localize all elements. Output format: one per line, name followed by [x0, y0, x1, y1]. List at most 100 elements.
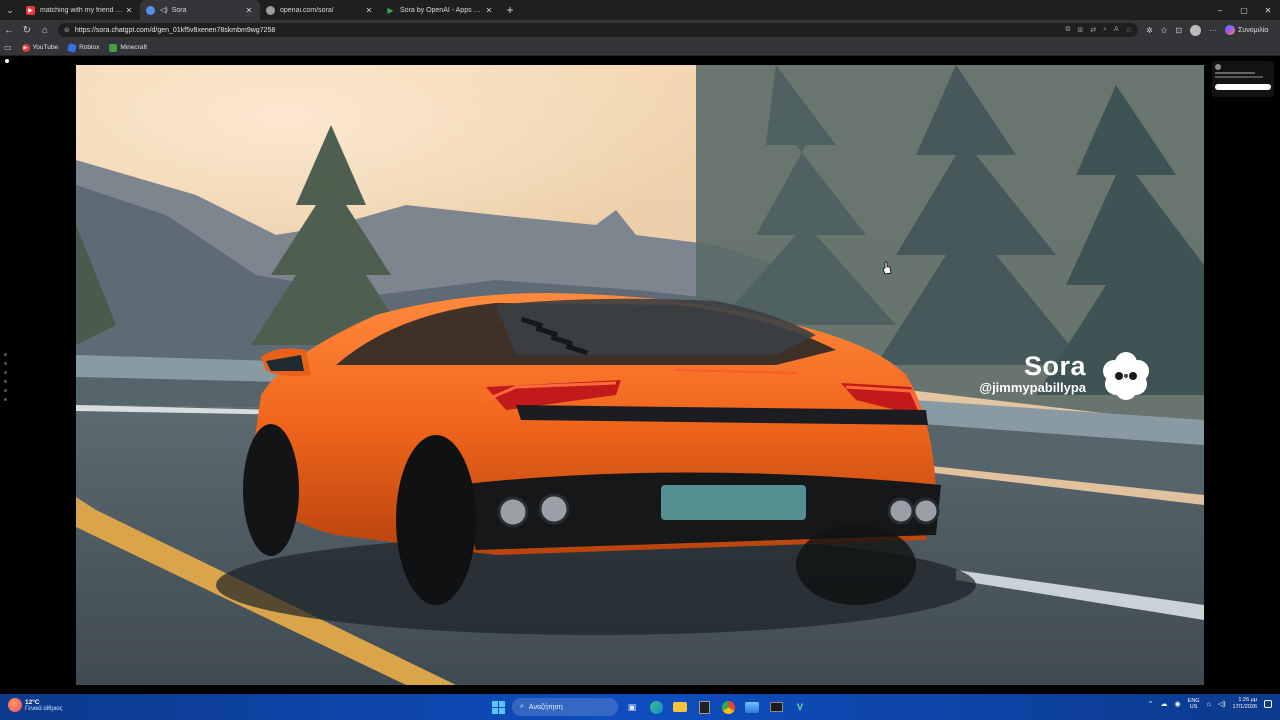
- lang-bottom: US: [1189, 704, 1198, 710]
- rail-dot: [4, 389, 7, 392]
- tab-youtube[interactable]: ▶ matching with my friend - YouTube ✕: [20, 0, 140, 20]
- side-panel-preview[interactable]: [1212, 61, 1274, 97]
- browser-toolbar: ← ↻ ⌂ ⊜ https://sora.chatgpt.com/d/gen_0…: [0, 20, 1280, 40]
- tab-close-icon[interactable]: ✕: [364, 6, 374, 15]
- back-icon[interactable]: ←: [0, 20, 18, 40]
- file-explorer-icon[interactable]: [670, 697, 690, 717]
- search-icon: ⌕: [520, 703, 524, 710]
- tab-google-play[interactable]: ▶ Sora by OpenAI - Apps on Google Play ✕: [380, 0, 500, 20]
- bookmark-minecraft[interactable]: Minecraft: [109, 43, 148, 52]
- extensions-icon[interactable]: ✲: [1146, 26, 1153, 35]
- page-content: Sora @jimmypabillypa: [0, 57, 1280, 694]
- location-icon[interactable]: ◉: [1175, 700, 1181, 708]
- search-placeholder: Αναζήτηση: [528, 703, 563, 711]
- address-url[interactable]: https://sora.chatgpt.com/d/gen_01kf5v8xe…: [75, 27, 1066, 34]
- new-tab-button[interactable]: +: [500, 0, 520, 20]
- bookmark-label: Minecraft: [120, 44, 148, 51]
- edge-icon[interactable]: [646, 697, 666, 717]
- site-info-icon[interactable]: ⊜: [64, 26, 70, 34]
- install-icon[interactable]: ⊞: [1077, 26, 1083, 34]
- bookmark-youtube[interactable]: ▶ YouTube: [21, 43, 59, 52]
- vscode-icon[interactable]: V: [790, 697, 810, 717]
- sora-favicon-icon: [146, 5, 155, 15]
- minecraft-icon: [109, 43, 118, 52]
- rail-dot: [4, 362, 7, 365]
- maximize-button[interactable]: ▢: [1232, 0, 1256, 20]
- tab-close-icon[interactable]: ✕: [124, 6, 134, 15]
- audio-playing-icon[interactable]: ◁): [160, 6, 168, 14]
- tab-search-icon[interactable]: ⌄: [0, 0, 20, 20]
- video-player[interactable]: Sora @jimmypabillypa: [76, 65, 1204, 685]
- calculator-icon[interactable]: [694, 697, 714, 717]
- bookmark-label: YouTube: [32, 44, 59, 51]
- panel-text-line: [1215, 76, 1263, 78]
- clock-time: 1:26 μμ: [1238, 697, 1257, 703]
- sidebar-toggle-icon[interactable]: ▭: [4, 43, 12, 52]
- language-indicator[interactable]: ENG US: [1188, 698, 1200, 711]
- onedrive-icon[interactable]: ☁: [1161, 700, 1168, 708]
- terminal-icon[interactable]: [766, 697, 786, 717]
- favorite-star-icon[interactable]: ☆: [1126, 26, 1132, 34]
- tray-overflow-icon[interactable]: ⌃: [1148, 700, 1154, 708]
- taskbar-apps: ⌕ Αναζήτηση ▣ V: [488, 697, 810, 717]
- notification-icon[interactable]: [1264, 700, 1272, 708]
- rail-dot: [4, 398, 7, 401]
- panel-button[interactable]: [1215, 84, 1271, 90]
- more-menu-icon[interactable]: ···: [1209, 26, 1217, 35]
- taskbar-search[interactable]: ⌕ Αναζήτηση: [512, 698, 618, 716]
- reload-icon[interactable]: ↻: [18, 20, 36, 40]
- copilot-icon: [1225, 25, 1236, 35]
- taskbar: 12°C Γενικά αίθριος ⌕ Αναζήτηση ▣ V ⌃ ☁ …: [0, 694, 1280, 720]
- tab-sora[interactable]: ◁) Sora ✕: [140, 0, 260, 20]
- watermark-title: Sora: [1023, 351, 1086, 381]
- panel-text-line: [1215, 72, 1255, 74]
- google-play-favicon-icon: ▶: [387, 5, 394, 15]
- system-tray: ⌃ ☁ ◉ ENG US ⌂ ◁) 1:26 μμ 17/1/2026: [1148, 697, 1272, 711]
- copilot-button[interactable]: Συνομιλία: [1225, 25, 1268, 35]
- address-bar[interactable]: ⊜ https://sora.chatgpt.com/d/gen_01kf5v8…: [58, 23, 1138, 37]
- window-controls: – ▢ ✕: [1208, 0, 1280, 20]
- rail-dot: [4, 353, 7, 356]
- favorites-icon[interactable]: ✩: [1161, 26, 1168, 35]
- copilot-label: Συνομιλία: [1238, 26, 1269, 34]
- youtube-icon: ▶: [21, 43, 30, 52]
- minimize-button[interactable]: –: [1208, 0, 1232, 20]
- youtube-favicon-icon: ▶: [26, 5, 35, 15]
- rail-dot: [4, 371, 7, 374]
- read-aloud-icon[interactable]: A: [1114, 26, 1119, 34]
- home-icon[interactable]: ⌂: [36, 20, 54, 40]
- tab-close-icon[interactable]: ✕: [244, 6, 254, 15]
- weather-temp: 12°C: [25, 698, 40, 706]
- status-dot: [5, 59, 9, 63]
- task-view-icon[interactable]: ▣: [622, 697, 642, 717]
- tab-strip: ⌄ ▶ matching with my friend - YouTube ✕ …: [0, 0, 1280, 20]
- collections-icon[interactable]: ⊡: [1175, 26, 1182, 35]
- clock-date: 17/1/2026: [1232, 704, 1257, 710]
- weather-icon: [8, 698, 22, 712]
- sora-watermark: Sora @jimmypabillypa: [979, 351, 1086, 395]
- profile-avatar[interactable]: [1190, 24, 1202, 36]
- rail-dot: [4, 380, 7, 383]
- chrome-icon[interactable]: [718, 697, 738, 717]
- tab-title: Sora: [171, 6, 187, 14]
- weather-widget[interactable]: 12°C Γενικά αίθριος: [8, 698, 63, 712]
- tab-close-icon[interactable]: ✕: [484, 6, 494, 15]
- start-button[interactable]: [488, 697, 508, 717]
- bookmark-label: Roblox: [79, 44, 100, 51]
- network-icon[interactable]: ⌂: [1207, 701, 1211, 708]
- volume-icon[interactable]: ◁): [1218, 700, 1226, 708]
- clock[interactable]: 1:26 μμ 17/1/2026: [1233, 697, 1257, 711]
- tab-title: matching with my friend - YouTube: [40, 6, 124, 14]
- open-app-icon[interactable]: ⧉: [1065, 26, 1070, 34]
- bookmark-roblox[interactable]: Roblox: [67, 42, 100, 53]
- globe-favicon-icon: [266, 5, 275, 15]
- close-window-button[interactable]: ✕: [1256, 0, 1280, 20]
- translate-icon[interactable]: ⇄: [1090, 26, 1096, 34]
- sora-cloud-logo-icon: [1103, 352, 1149, 400]
- photos-icon[interactable]: [742, 697, 762, 717]
- tab-openai-sora[interactable]: openai.com/sora/ ✕: [260, 0, 380, 20]
- watermark-handle: @jimmypabillypa: [979, 380, 1086, 395]
- zoom-icon[interactable]: ⌕: [1103, 26, 1107, 34]
- roblox-icon: [67, 42, 78, 53]
- avatar: [1215, 64, 1221, 70]
